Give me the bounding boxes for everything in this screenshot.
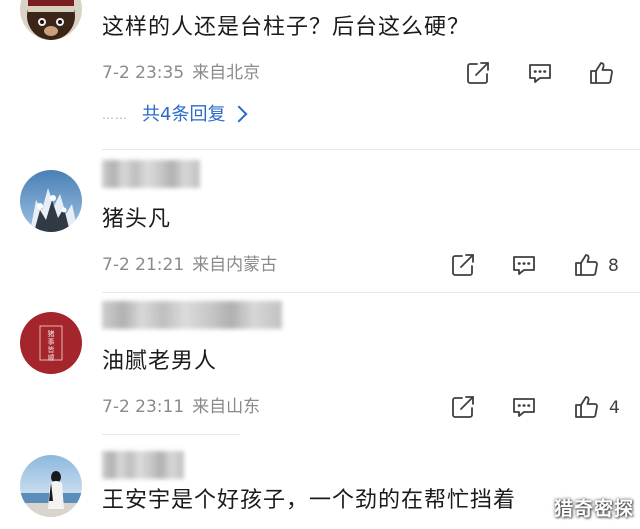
blurred-username [102,301,282,329]
comment-date: 7-2 23:35 [102,63,185,83]
reply-icon [529,64,551,83]
comment-4: 王安宇是个好孩子，一个劲的在帮忙挡着 [0,435,640,529]
share-icon [452,396,474,418]
replies-label: 共4条回复 [142,104,226,125]
comment-location: 来自山东 [192,397,261,417]
comment-location: 来自内蒙古 [192,255,278,275]
comment-text: 油腻老男人 [102,349,218,374]
like-count: 8 [608,256,619,276]
reply-button[interactable] [510,393,538,421]
comment-text: 猪头凡 [102,207,172,232]
thumbs-up-icon [575,396,598,418]
comment-date: 7-2 21:21 [102,255,185,275]
share-button[interactable] [449,251,477,279]
svg-text:事: 事 [48,337,55,346]
comment-text: 这样的人还是台柱子？后台这么硬？ [102,15,471,40]
comment-date: 7-2 23:11 [102,397,185,417]
reply-icon [513,398,535,417]
svg-text:顺: 顺 [48,354,55,362]
red-seal-avatar-icon[interactable]: 猪 事 皆 顺 [20,312,82,374]
bear-avatar-icon[interactable] [20,0,82,40]
like-button[interactable] [572,251,600,279]
chevron-right-icon [230,105,248,122]
snowy-tree-avatar-icon[interactable] [20,170,82,232]
comment-1: 这样的人还是台柱子？后台这么硬？ 7-2 23:35 来自北京 …… 共4条回复 [0,0,640,150]
share-button[interactable] [449,393,477,421]
reply-button[interactable] [510,251,538,279]
figure-by-sea-avatar-icon[interactable] [20,455,82,517]
view-replies-link[interactable]: …… 共4条回复 [102,103,248,127]
like-button[interactable] [572,393,600,421]
like-button[interactable] [587,59,615,87]
thumbs-up-icon [590,62,613,84]
blurred-username [102,160,200,188]
reply-icon [513,256,535,275]
comment-2: 猪头凡 7-2 21:21 来自内蒙古 8 [0,150,640,293]
blurred-username [102,451,184,479]
share-icon [467,62,489,84]
like-count: 4 [609,398,620,418]
seal-text: 猪 [48,329,55,338]
reply-button[interactable] [526,59,554,87]
thumbs-up-icon [575,254,598,276]
comment-meta: 7-2 21:21 来自内蒙古 [102,254,277,276]
svg-text:皆: 皆 [48,346,55,354]
comment-meta: 7-2 23:11 来自山东 [102,396,260,418]
share-icon [452,254,474,276]
comment-location: 来自北京 [192,63,261,83]
watermark: 猎奇密探 [553,498,634,520]
comment-3: 猪 事 皆 顺 油腻老男人 7-2 23:11 来自山东 4 [0,293,640,435]
replies-dots: …… [102,108,128,122]
share-button[interactable] [464,59,492,87]
comment-meta: 7-2 23:35 来自北京 [102,62,260,84]
comment-text: 王安宇是个好孩子，一个劲的在帮忙挡着 [102,488,517,513]
